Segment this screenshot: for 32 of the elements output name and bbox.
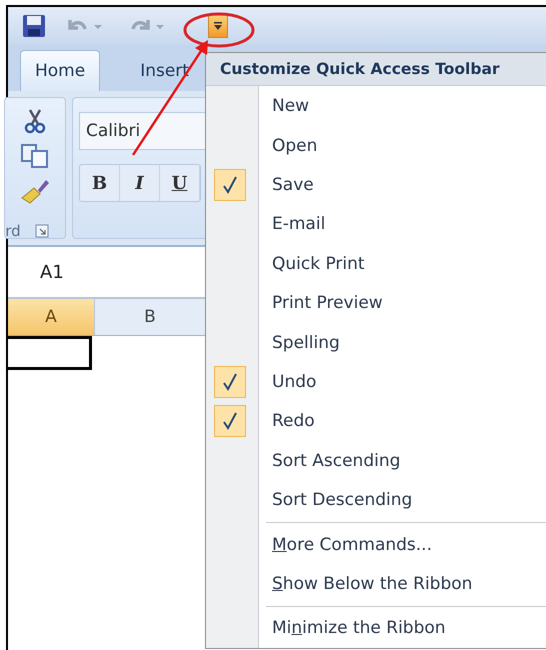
menu-item[interactable]: Undo xyxy=(206,362,546,402)
group-label: rd xyxy=(5,222,21,240)
menu-item[interactable]: Redo xyxy=(206,402,546,442)
menu-item[interactable]: Open xyxy=(206,126,546,166)
menu-item[interactable]: Spelling xyxy=(206,322,546,362)
highlight-ellipse xyxy=(184,12,254,48)
menu-item[interactable]: Sort Ascending xyxy=(206,441,546,480)
brush-icon[interactable] xyxy=(20,178,50,204)
name-box[interactable]: A1 xyxy=(40,262,64,282)
menu-item[interactable]: New xyxy=(206,86,546,126)
menu-item[interactable]: Save xyxy=(206,165,546,205)
copy-icon[interactable] xyxy=(21,144,49,168)
format-button[interactable]: B xyxy=(80,165,120,201)
column-header[interactable]: B xyxy=(95,299,206,335)
save-icon[interactable] xyxy=(22,14,46,38)
menu-item[interactable]: More Commands... xyxy=(206,524,546,564)
scissors-icon[interactable] xyxy=(24,108,46,134)
ribbon-tab[interactable]: Home xyxy=(20,50,100,91)
format-button[interactable]: I xyxy=(120,165,160,201)
format-button[interactable]: U xyxy=(160,165,200,201)
customize-button[interactable] xyxy=(208,14,228,38)
column-header[interactable]: A xyxy=(8,299,95,335)
menu-item[interactable]: Show Below the Ribbon xyxy=(206,564,546,604)
menu-title: Customize Quick Access Toolbar xyxy=(206,53,546,86)
menu-item[interactable]: E-mail xyxy=(206,204,546,244)
menu-item[interactable]: Print Preview xyxy=(206,283,546,323)
selected-cell[interactable] xyxy=(6,336,92,370)
menu-item[interactable]: Quick Print xyxy=(206,244,546,284)
menu-item[interactable]: Minimize the Ribbon xyxy=(206,608,546,648)
dialog-launcher-icon[interactable] xyxy=(34,224,49,238)
dropdown-arrow-icon xyxy=(213,21,223,31)
menu-item[interactable]: Sort Descending xyxy=(206,480,546,520)
